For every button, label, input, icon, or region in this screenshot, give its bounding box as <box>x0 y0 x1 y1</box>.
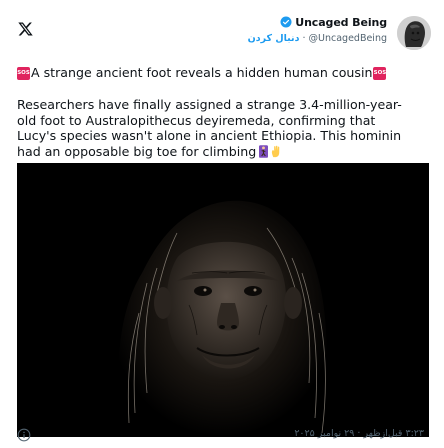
body-line: old foot to Australopithecus deyiremeda,… <box>17 112 376 128</box>
tweet-timestamp[interactable]: ۳:۲۳ قبل‌ازظهر · ۲۹ نوامبر ۲۰۲۵ <box>294 428 424 439</box>
tweet-footer: ۳:۲۳ قبل‌ازظهر · ۲۹ نوامبر ۲۰۲۵ <box>0 420 444 448</box>
handle-row: دنبال کردن · @UncagedBeing <box>248 31 387 45</box>
author-name[interactable]: Uncaged Being <box>295 16 387 29</box>
body-line: Researchers have finally assigned a stra… <box>17 97 402 112</box>
avatar[interactable] <box>397 16 431 50</box>
follow-link[interactable]: دنبال کردن <box>248 33 300 44</box>
hand-icon <box>272 145 280 157</box>
body-line-last: had an opposable big toe for climbing <box>17 144 432 160</box>
handle-separator: · <box>302 32 306 44</box>
tweet-body: Researchers have finally assigned a stra… <box>17 97 432 159</box>
sos-icon: SOS <box>17 66 30 80</box>
tweet-image[interactable] <box>17 163 429 437</box>
primate-portrait-image <box>17 163 429 437</box>
climbing-icon <box>259 144 269 158</box>
sos-icon: SOS <box>373 66 387 80</box>
tweet-header: Uncaged Being دنبال کردن · @UncagedBeing <box>0 0 444 56</box>
info-icon[interactable] <box>17 428 31 442</box>
tweet-headline: SOS A strange ancient foot reveals a hid… <box>17 64 437 82</box>
body-line: Lucy's species wasn't alone in ancient E… <box>17 128 402 144</box>
author-name-row: Uncaged Being <box>248 14 387 30</box>
author-handle[interactable]: @UncagedBeing <box>309 33 387 44</box>
verified-badge-icon <box>280 16 292 28</box>
body-line-text: had an opposable big toe for climbing <box>17 143 257 159</box>
x-logo-icon[interactable] <box>17 21 34 37</box>
avatar-image <box>397 16 431 50</box>
headline-text: A strange ancient foot reveals a hidden … <box>31 65 373 80</box>
author-block: Uncaged Being دنبال کردن · @UncagedBeing <box>248 14 387 45</box>
